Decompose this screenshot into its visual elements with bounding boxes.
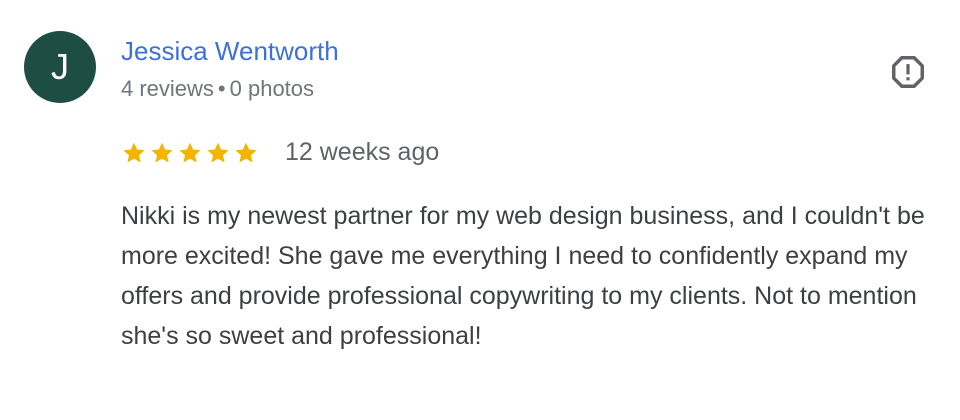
- star-icon: [149, 140, 175, 166]
- photos-count: 0 photos: [229, 76, 315, 101]
- author-meta: 4 reviews • 0 photos: [121, 76, 314, 102]
- reviews-count: 4 reviews: [121, 76, 214, 101]
- report-flag-icon: [892, 56, 924, 88]
- star-rating: [121, 140, 259, 166]
- star-icon: [121, 140, 147, 166]
- avatar[interactable]: J: [24, 31, 96, 103]
- star-icon: [177, 140, 203, 166]
- star-icon: [233, 140, 259, 166]
- rating-row: 12 weeks ago: [121, 138, 439, 167]
- review-card: J Jessica Wentworth 4 reviews • 0 photos 1…: [0, 0, 960, 420]
- star-icon: [205, 140, 231, 166]
- author-name-link[interactable]: Jessica Wentworth: [121, 36, 339, 67]
- meta-separator: •: [217, 76, 226, 101]
- report-button[interactable]: [888, 52, 928, 92]
- review-text: Nikki is my newest partner for my web de…: [121, 202, 925, 350]
- avatar-initial: J: [51, 46, 69, 87]
- review-time: 12 weeks ago: [285, 138, 440, 166]
